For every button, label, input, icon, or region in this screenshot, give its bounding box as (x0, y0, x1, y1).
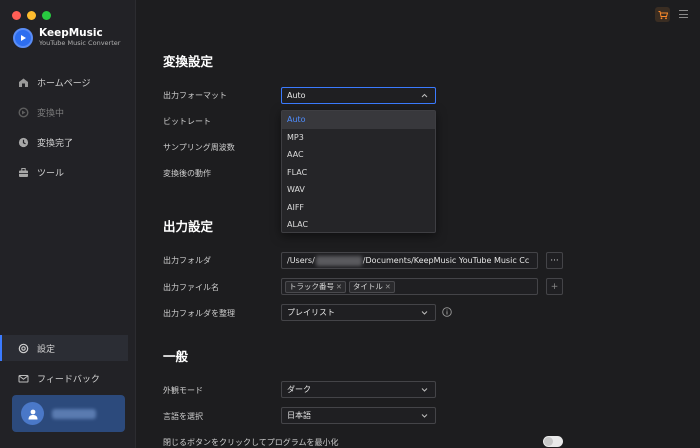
sidebar-item-feedback[interactable]: フィードバック (0, 365, 128, 391)
sidebar-item-label: 設定 (37, 344, 56, 355)
output-format-dropdown: Auto MP3 AAC FLAC WAV AIFF ALAC (281, 110, 436, 233)
format-option-aac[interactable]: AAC (282, 146, 435, 164)
remove-tag-icon[interactable]: ✕ (336, 283, 342, 291)
language-select[interactable]: 日本語 (281, 407, 436, 424)
chevron-down-icon (421, 414, 428, 418)
user-profile-card[interactable] (12, 395, 125, 432)
chevron-down-icon (421, 388, 428, 392)
sidebar-item-converting[interactable]: 変換中 (0, 99, 128, 125)
format-option-alac[interactable]: ALAC (282, 216, 435, 234)
language-label: 言語を選択 (163, 412, 203, 421)
gear-icon (18, 343, 29, 354)
sidebar-item-tools[interactable]: ツール (0, 159, 128, 185)
remove-tag-icon[interactable]: ✕ (385, 283, 391, 291)
sample-rate-label: サンプリング周波数 (163, 143, 235, 152)
sidebar-item-converted[interactable]: 変換完了 (0, 129, 128, 155)
sidebar-item-label: フィードバック (37, 374, 100, 385)
tag-label: タイトル (352, 282, 383, 291)
format-option-flac[interactable]: FLAC (282, 164, 435, 182)
scrollbar[interactable] (694, 0, 700, 448)
filename-tag-track-number: トラック番号 ✕ (285, 280, 346, 293)
folder-path-suffix: /Documents/KeepMusic YouTube Music Cc (362, 256, 530, 265)
minimize-on-close-toggle[interactable] (543, 436, 563, 447)
after-conversion-label: 変換後の動作 (163, 169, 211, 178)
add-filename-tag-button[interactable]: + (546, 278, 563, 295)
format-option-mp3[interactable]: MP3 (282, 129, 435, 147)
sidebar-item-label: 変換中 (37, 108, 65, 119)
cart-icon (658, 10, 668, 19)
menu-button[interactable] (679, 9, 688, 19)
window-controls (12, 11, 51, 20)
chevron-down-icon (421, 311, 428, 315)
app-subtitle: YouTube Music Converter (39, 39, 121, 47)
output-filename-input[interactable]: トラック番号 ✕ タイトル ✕ (281, 278, 538, 295)
app-logo: KeepMusic YouTube Music Converter (13, 27, 120, 48)
output-folder-label: 出力フォルダ (163, 256, 211, 265)
info-icon[interactable] (442, 307, 452, 317)
output-settings-title: 出力設定 (163, 219, 214, 234)
filename-tag-title: タイトル ✕ (348, 280, 395, 293)
output-format-label: 出力フォーマット (163, 91, 227, 100)
output-format-select[interactable]: Auto (281, 87, 436, 104)
minimize-on-close-label: 閉じるボタンをクリックしてプログラムを最小化 (163, 438, 339, 447)
organize-folder-value: プレイリスト (287, 308, 335, 317)
app-name: KeepMusic (39, 27, 103, 39)
sidebar-item-label: 変換完了 (37, 138, 74, 149)
appearance-mode-select[interactable]: ダーク (281, 381, 436, 398)
conversion-settings-title: 変換設定 (163, 54, 214, 69)
bitrate-label: ビットレート (163, 117, 211, 126)
browse-folder-button[interactable]: ··· (546, 252, 563, 269)
play-logo-icon (13, 27, 33, 48)
language-value: 日本語 (287, 411, 311, 420)
redacted-user-name (52, 408, 96, 419)
menu-icon (679, 10, 688, 11)
organize-folder-label: 出力フォルダを整理 (163, 309, 235, 318)
clock-icon (18, 137, 29, 148)
format-option-wav[interactable]: WAV (282, 181, 435, 199)
appearance-mode-value: ダーク (287, 385, 311, 394)
minimize-window-button[interactable] (27, 11, 36, 20)
store-button[interactable] (655, 7, 670, 22)
sidebar-item-label: ホームページ (37, 78, 91, 89)
sidebar: KeepMusic YouTube Music Converter ホームページ… (0, 0, 136, 448)
menu-icon-line (679, 17, 688, 18)
close-window-button[interactable] (12, 11, 21, 20)
sidebar-item-home[interactable]: ホームページ (0, 69, 128, 95)
redacted-username (315, 255, 362, 266)
tag-label: トラック番号 (289, 282, 334, 291)
general-settings-title: 一般 (163, 349, 189, 364)
output-format-value: Auto (287, 91, 306, 100)
appearance-mode-label: 外観モード (163, 386, 203, 395)
format-option-aiff[interactable]: AIFF (282, 199, 435, 217)
home-icon (18, 77, 29, 88)
avatar (21, 402, 44, 425)
converting-icon (18, 106, 29, 118)
output-filename-label: 出力ファイル名 (163, 283, 219, 292)
organize-folder-select[interactable]: プレイリスト (281, 304, 436, 321)
zoom-window-button[interactable] (42, 11, 51, 20)
chevron-up-icon (421, 93, 428, 98)
menu-icon-line (679, 13, 688, 15)
output-folder-input[interactable]: /Users/ /Documents/KeepMusic YouTube Musi… (281, 252, 538, 269)
mail-icon (18, 373, 29, 384)
toolbox-icon (18, 167, 29, 178)
sidebar-item-label: ツール (37, 168, 65, 179)
format-option-auto[interactable]: Auto (282, 111, 435, 129)
folder-path-prefix: /Users/ (287, 256, 315, 265)
sidebar-item-settings[interactable]: 設定 (0, 335, 128, 361)
